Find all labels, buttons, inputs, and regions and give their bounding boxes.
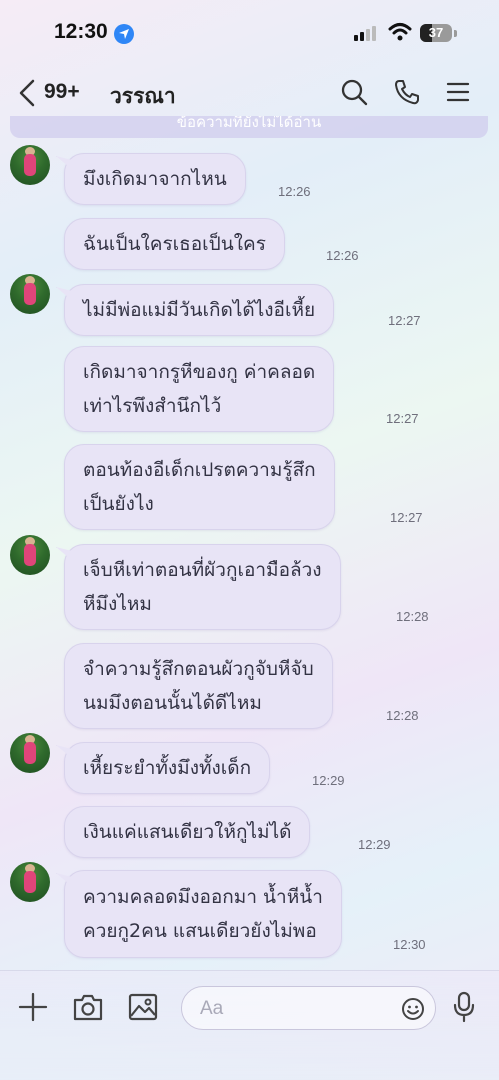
message-bubble[interactable]: ไม่มีพ่อแม่มีวันเกิดได้ไงอีเหี้ย	[64, 284, 335, 336]
message-time: 12:28	[386, 708, 419, 723]
emoji-icon[interactable]	[401, 997, 425, 1025]
image-icon[interactable]	[127, 992, 159, 1026]
message-time: 12:26	[326, 248, 359, 263]
cellular-signal-icon	[354, 25, 380, 41]
chat-title[interactable]: วรรณา	[110, 80, 176, 113]
message-text-line: เกิดมาจากรูหีของกู ค่าคลอด	[83, 361, 316, 383]
battery-icon: 37	[420, 24, 452, 42]
message-text: ไม่มีพ่อแม่มีวันเกิดได้ไงอีเหี้ย	[83, 299, 316, 321]
message-text-line: นมมึงตอนนั้นได้ดีไหม	[83, 692, 262, 714]
message-composer	[0, 970, 499, 1080]
message-text-line: หีมึงไหม	[83, 593, 152, 615]
message-time: 12:29	[358, 837, 391, 852]
message-time: 12:29	[312, 773, 345, 788]
message-text: เหี้ยระยำทั้งมึงทั้งเด็ก	[83, 757, 252, 779]
chevron-left-icon[interactable]	[18, 79, 36, 111]
message-bubble[interactable]: เกิดมาจากรูหีของกู ค่าคลอด เท่าไรพึงสำนึ…	[64, 346, 335, 432]
avatar[interactable]	[10, 733, 50, 773]
message-time: 12:27	[386, 411, 419, 426]
message-text-line: ควยกู2คน แสนเดียวยังไม่พอ	[83, 920, 317, 942]
message-bubble[interactable]: จำความรู้สึกตอนผัวกูจับหีจับ นมมึงตอนนั้…	[64, 643, 333, 729]
chat-header: 99+ วรรณา	[0, 66, 499, 120]
avatar[interactable]	[10, 862, 50, 902]
unread-messages-banner[interactable]: ข้อความที่ยังไม่ได้อ่าน	[10, 116, 488, 138]
message-bubble[interactable]: ความคลอดมึงออกมา น้ำหีน้ำ ควยกู2คน แสนเด…	[64, 870, 342, 958]
message-text-line: เป็นยังไง	[83, 493, 154, 515]
message-bubble[interactable]: เงินแค่แสนเดียวให้กูไม่ได้	[64, 806, 311, 858]
location-arrow-icon	[114, 24, 134, 44]
message-time: 12:27	[390, 510, 423, 525]
message-text-line: ความคลอดมึงออกมา น้ำหีน้ำ	[83, 886, 323, 908]
message-time: 12:30	[393, 937, 426, 952]
avatar[interactable]	[10, 274, 50, 314]
microphone-icon[interactable]	[452, 991, 476, 1027]
message-text-line: จำความรู้สึกตอนผัวกูจับหีจับ	[83, 658, 314, 680]
message-bubble[interactable]: ฉันเป็นใครเธอเป็นใคร	[64, 218, 285, 270]
message-bubble[interactable]: ตอนท้องอีเด็กเปรตความรู้สึก เป็นยังไง	[64, 444, 335, 530]
phone-icon[interactable]	[393, 78, 421, 110]
wifi-icon	[388, 22, 412, 46]
battery-level: 37	[428, 25, 444, 40]
message-text-line: ตอนท้องอีเด็กเปรตความรู้สึก	[83, 459, 316, 481]
message-text-line: เท่าไรพึงสำนึกไว้	[83, 395, 222, 417]
avatar[interactable]	[10, 145, 50, 185]
plus-icon[interactable]	[18, 992, 48, 1026]
message-text: เงินแค่แสนเดียวให้กูไม่ได้	[83, 821, 292, 843]
avatar[interactable]	[10, 535, 50, 575]
message-time: 12:27	[388, 313, 421, 328]
search-icon[interactable]	[340, 78, 368, 110]
message-text: ฉันเป็นใครเธอเป็นใคร	[83, 233, 266, 255]
message-text-line: เจ็บหีเท่าตอนที่ผัวกูเอามือล้วง	[83, 559, 322, 581]
message-bubble[interactable]: มึงเกิดมาจากไหน	[64, 153, 246, 205]
unread-count[interactable]: 99+	[44, 80, 80, 104]
message-input[interactable]	[200, 995, 390, 1023]
message-text: มึงเกิดมาจากไหน	[83, 168, 227, 190]
message-bubble[interactable]: เจ็บหีเท่าตอนที่ผัวกูเอามือล้วง หีมึงไหม	[64, 544, 341, 630]
message-time: 12:26	[278, 184, 311, 199]
menu-icon[interactable]	[446, 78, 470, 110]
status-bar: 12:30 37	[0, 0, 499, 66]
camera-icon[interactable]	[72, 992, 104, 1026]
message-input-box[interactable]	[181, 986, 436, 1030]
battery-cap	[454, 30, 457, 37]
message-bubble[interactable]: เหี้ยระยำทั้งมึงทั้งเด็ก	[64, 742, 271, 794]
message-time: 12:28	[396, 609, 429, 624]
status-time: 12:30	[54, 20, 108, 43]
